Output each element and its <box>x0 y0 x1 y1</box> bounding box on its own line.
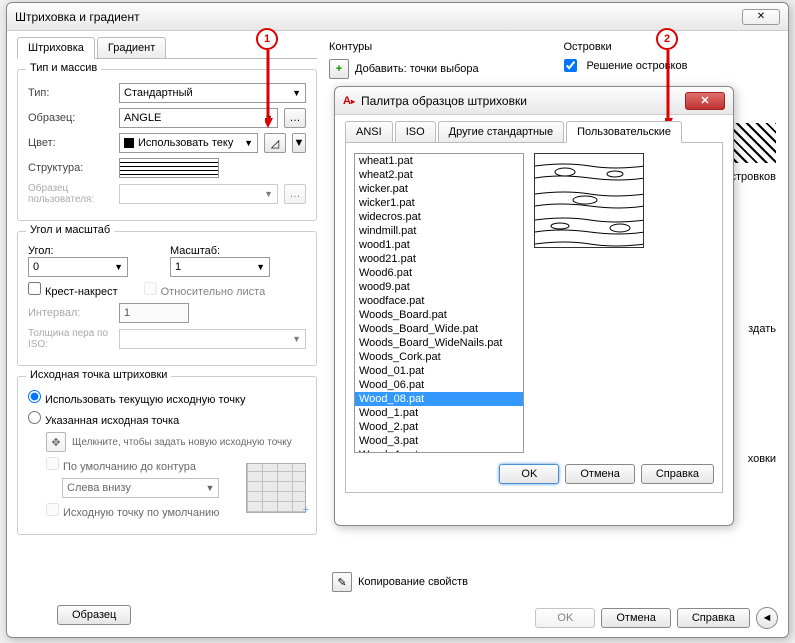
color-swap-button[interactable]: ◿ <box>264 133 286 153</box>
scale-label: Масштаб: <box>170 245 306 257</box>
indicator-2: 2 <box>656 28 678 50</box>
iso-combo: ▼ <box>119 329 306 349</box>
tab-ansi[interactable]: ANSI <box>345 121 393 142</box>
brick-preview: + <box>246 463 306 513</box>
palette-cancel-button[interactable]: Отмена <box>565 464 634 484</box>
userpat-combo: ▼ <box>119 184 278 204</box>
pick-origin-icon: ✥ <box>46 432 66 452</box>
group-type-title: Тип и массив <box>26 62 101 74</box>
palette-help-button[interactable]: Справка <box>641 464 714 484</box>
pattern-browse-button[interactable]: … <box>284 108 306 128</box>
group-origin: Исходная точка штриховки Использовать те… <box>17 376 317 535</box>
iso-label: Толщина пера по ISO: <box>28 328 113 350</box>
list-item[interactable]: woodface.pat <box>355 294 523 308</box>
group-angle-title: Угол и масштаб <box>26 224 114 236</box>
list-item[interactable]: Wood_1.pat <box>355 406 523 420</box>
group-angle: Угол и масштаб Угол: 0▼ Масштаб: 1▼ Крес… <box>17 231 317 366</box>
autocad-icon: A▸ <box>343 95 355 107</box>
pattern-label: Образец: <box>28 112 113 124</box>
cross-checkbox[interactable]: Крест-накрест <box>28 282 118 298</box>
list-item[interactable]: wicker1.pat <box>355 196 523 210</box>
copy-props-label: Копирование свойств <box>358 576 468 588</box>
list-item[interactable]: Woods_Board_Wide.pat <box>355 322 523 336</box>
type-label: Тип: <box>28 87 113 99</box>
main-title: Штриховка и градиент <box>15 10 742 24</box>
list-item[interactable]: Wood_08.pat <box>355 392 523 406</box>
list-item[interactable]: wood9.pat <box>355 280 523 294</box>
list-item[interactable]: wheat1.pat <box>355 154 523 168</box>
interval-label: Интервал: <box>28 307 113 319</box>
copy-props-icon[interactable]: ✎ <box>332 572 352 592</box>
list-item[interactable]: Woods_Cork.pat <box>355 350 523 364</box>
tab-gradient[interactable]: Градиент <box>97 37 166 58</box>
list-item[interactable]: wicker.pat <box>355 182 523 196</box>
origin-opt2[interactable]: Указанная исходная точка <box>28 411 179 427</box>
tab-hatch[interactable]: Штриховка <box>17 37 95 59</box>
struct-swatch[interactable] <box>119 158 219 178</box>
add-pick-icon[interactable]: + <box>329 59 349 79</box>
pattern-list[interactable]: wheat1.patwheat2.patwicker.patwicker1.pa… <box>354 153 524 453</box>
angle-combo[interactable]: 0▼ <box>28 257 128 277</box>
list-item[interactable]: widecros.pat <box>355 210 523 224</box>
main-footer: OK Отмена Справка ◄ <box>535 607 778 629</box>
sample-button[interactable]: Образец <box>57 605 131 625</box>
palette-close-button[interactable]: ✕ <box>685 92 725 110</box>
main-titlebar: Штриховка и градиент ✕ <box>7 3 788 31</box>
origin-opt1[interactable]: Использовать текущую исходную точку <box>28 390 245 406</box>
list-item[interactable]: Woods_Board_WideNails.pat <box>355 336 523 350</box>
expand-button[interactable]: ◄ <box>756 607 778 629</box>
palette-dialog: A▸ Палитра образцов штриховки ✕ ANSI ISO… <box>334 86 734 526</box>
add-pick-label: Добавить: точки выбора <box>355 63 479 75</box>
struct-label: Структура: <box>28 162 113 174</box>
list-item[interactable]: Wood_01.pat <box>355 364 523 378</box>
color-combo[interactable]: Использовать теку▼ <box>119 133 258 153</box>
interval-input <box>119 303 189 323</box>
main-help-button[interactable]: Справка <box>677 608 750 628</box>
main-cancel-button[interactable]: Отмена <box>601 608 670 628</box>
palette-tabs: ANSI ISO Другие стандартные Пользователь… <box>345 121 723 143</box>
contours-title: Контуры <box>329 41 544 53</box>
palette-title: Палитра образцов штриховки <box>361 94 685 108</box>
list-item[interactable]: Woods_Board.pat <box>355 308 523 322</box>
create-sidetext: здать <box>748 323 776 335</box>
list-item[interactable]: Wood_06.pat <box>355 378 523 392</box>
userpat-browse-button: … <box>284 184 306 204</box>
list-item[interactable]: Wood_3.pat <box>355 434 523 448</box>
tab-iso[interactable]: ISO <box>395 121 436 142</box>
group-origin-title: Исходная точка штриховки <box>26 369 171 381</box>
list-item[interactable]: Wood_4.pat <box>355 448 523 453</box>
pattern-combo[interactable]: ANGLE▼ <box>119 108 278 128</box>
origin-pos-combo: Слева внизу▼ <box>62 478 219 498</box>
list-item[interactable]: wheat2.pat <box>355 168 523 182</box>
list-item[interactable]: Wood6.pat <box>355 266 523 280</box>
userpat-label: Образец пользователя: <box>28 183 113 205</box>
indicator-2-arrow <box>665 50 685 130</box>
scale-combo[interactable]: 1▼ <box>170 257 270 277</box>
list-item[interactable]: windmill.pat <box>355 224 523 238</box>
main-ok-button: OK <box>535 608 595 628</box>
angle-label: Угол: <box>28 245 164 257</box>
indicator-1-arrow <box>265 50 285 130</box>
origin-hint: Щелкните, чтобы задать новую исходную то… <box>72 437 292 448</box>
color-label: Цвет: <box>28 137 113 149</box>
color-more-button[interactable]: ▼ <box>292 133 306 153</box>
indicator-1: 1 <box>256 28 278 50</box>
list-item[interactable]: wood1.pat <box>355 238 523 252</box>
palette-ok-button[interactable]: OK <box>499 464 559 484</box>
pattern-preview <box>534 153 644 248</box>
relative-checkbox: Относительно листа <box>144 282 266 298</box>
origin-chk1: По умолчанию до контура <box>46 461 196 473</box>
main-close-button[interactable]: ✕ <box>742 9 780 25</box>
origin-chk2: Исходную точку по умолчанию <box>46 507 219 519</box>
list-item[interactable]: Wood_2.pat <box>355 420 523 434</box>
tab-other[interactable]: Другие стандартные <box>438 121 564 142</box>
hatch-sidetext: ховки <box>748 453 776 465</box>
list-item[interactable]: wood21.pat <box>355 252 523 266</box>
tab-user[interactable]: Пользовательские <box>566 121 682 143</box>
